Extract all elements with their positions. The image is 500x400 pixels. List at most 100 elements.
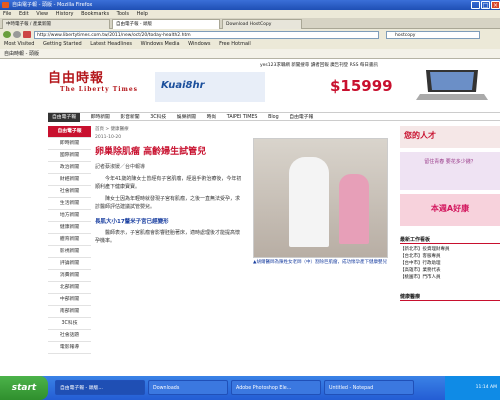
health-section-title: 健康醫療 xyxy=(400,293,500,301)
sidebar-item[interactable]: 即時新聞 xyxy=(48,138,91,150)
taskbar-item[interactable]: Adobe Photoshop Ele... xyxy=(231,380,321,395)
bookmark-item[interactable]: Windows Media xyxy=(141,41,180,47)
sidebar-item[interactable]: 社會話題 xyxy=(48,330,91,342)
job-item[interactable]: 【台北市】客服專員 xyxy=(400,253,500,260)
job-item[interactable]: 【台中市】行政助理 xyxy=(400,260,500,267)
tab-bar: 中時電子報 / 產業新聞 自由電子報 - 頭版 Download HostCop… xyxy=(0,18,500,29)
nav-item[interactable]: 自由電子報 xyxy=(48,113,80,122)
menu-history[interactable]: History xyxy=(56,11,74,17)
nav-item[interactable]: 影音新聞 xyxy=(120,113,139,122)
article-paragraph: 今年41歲的陳女士曾經有子宮肌瘤，經過手術治療後，今年初順利產下健康寶寶。 xyxy=(95,176,242,190)
sidebar-item[interactable]: 南部新聞 xyxy=(48,306,91,318)
menu-bar: File Edit View History Bookmarks Tools H… xyxy=(0,10,500,18)
job-item[interactable]: 【高雄市】業務代表 xyxy=(400,267,500,274)
nav-item[interactable]: TAIPEI TIMES xyxy=(227,113,258,122)
nav-item[interactable]: 時尚 xyxy=(207,113,217,122)
bookmark-item[interactable]: Windows xyxy=(188,41,210,47)
right-ad-3[interactable]: 本週A好康 xyxy=(400,194,500,226)
clock[interactable]: 11:14 AM xyxy=(476,385,497,390)
sidebar-item[interactable]: 評論新聞 xyxy=(48,258,91,270)
sidebar-item[interactable]: 政治新聞 xyxy=(48,162,91,174)
laptop-ad-image[interactable] xyxy=(416,68,488,102)
site-tab-label[interactable]: 自由時報 - 頭版 xyxy=(4,51,39,57)
bookmark-item[interactable]: Free Hotmail xyxy=(219,41,251,47)
sidebar-item[interactable]: 消費新聞 xyxy=(48,270,91,282)
maximize-button[interactable]: □ xyxy=(481,1,490,9)
sidebar-item[interactable]: 地方新聞 xyxy=(48,210,91,222)
menu-view[interactable]: View xyxy=(36,11,48,17)
site-tab-strip: 自由時報 - 頭版 xyxy=(0,49,500,59)
url-bar[interactable]: http://www.libertytimes.com.tw/2011/new/… xyxy=(34,31,379,39)
sidebar-item[interactable]: 北部新聞 xyxy=(48,282,91,294)
job-item[interactable]: 【新北市】投資理財專員 xyxy=(400,246,500,253)
top-link[interactable]: 新聞搜尋 xyxy=(291,63,309,68)
sidebar-item[interactable]: 3C科技 xyxy=(48,318,91,330)
nav-item[interactable]: 娛樂新聞 xyxy=(177,113,196,122)
ad-price: $15999 xyxy=(330,77,393,95)
top-link[interactable]: 讀者回報 xyxy=(311,63,329,68)
reload-icon[interactable] xyxy=(23,31,31,38)
nav-item[interactable]: 3C科技 xyxy=(150,113,166,122)
menu-tools[interactable]: Tools xyxy=(117,11,129,17)
right-ad-2[interactable]: 留住青春 要花多少錢？ xyxy=(400,152,500,190)
bookmark-item[interactable]: Latest Headlines xyxy=(90,41,132,47)
top-links: yes123求職網 新聞搜尋 讀者回報 廣告刊登 RSS 每日書訊 xyxy=(260,62,378,68)
job-item[interactable]: 【桃園市】門市人員 xyxy=(400,274,500,281)
close-button[interactable]: × xyxy=(491,1,500,9)
article-photo[interactable] xyxy=(253,138,388,258)
browser-tab[interactable]: Download HostCopy xyxy=(222,19,302,29)
bookmark-item[interactable]: Most Visited xyxy=(4,41,34,47)
bookmark-item[interactable]: Getting Started xyxy=(43,41,82,47)
taskbar-item[interactable]: 自由電子報 - 頭版... xyxy=(55,380,145,395)
forward-icon[interactable] xyxy=(13,31,21,38)
job-list: 【新北市】投資理財專員 【台北市】客服專員 【台中市】行政助理 【高雄市】業務代… xyxy=(400,246,500,281)
right-ad-1[interactable]: 您的人才 xyxy=(400,126,500,148)
site-logo[interactable]: 自由時報 xyxy=(48,67,108,86)
sidebar: 自由電子報 即時新聞 國際新聞 政治新聞 財經新聞 社會新聞 生活新聞 地方新聞… xyxy=(48,126,91,354)
right-column: 您的人才 留住青春 要花多少錢？ 本週A好康 最新工作看板 【新北市】投資理財專… xyxy=(400,126,500,301)
taskbar-item[interactable]: Downloads xyxy=(148,380,228,395)
taskbar-item[interactable]: Untitled - Notepad xyxy=(324,380,414,395)
nav-item[interactable]: 即時新聞 xyxy=(91,113,110,122)
sidebar-item[interactable]: 影視新聞 xyxy=(48,246,91,258)
ad-banner[interactable]: Kuai8hr xyxy=(155,72,265,102)
start-button[interactable]: start xyxy=(0,376,48,400)
sidebar-item[interactable]: 電影報導 xyxy=(48,342,91,354)
sidebar-item[interactable]: 健康新聞 xyxy=(48,222,91,234)
browser-tab-active[interactable]: 自由電子報 - 頭版 xyxy=(112,19,220,29)
doctor-figure xyxy=(289,157,329,247)
article-area: 首頁 > 健康醫療 2011-10-20 卵巢除肌瘤 高齡婦生試管兒 記者蔡淑媛… xyxy=(95,126,395,265)
top-link[interactable]: 廣告刊登 xyxy=(330,63,348,68)
article-paragraph: 陳女士因為年輕時就發現子宮有肌瘤，之後一直無法受孕，求診醫師評估建議試管嬰兒。 xyxy=(95,196,241,210)
nav-item[interactable]: Blog xyxy=(268,113,279,122)
menu-edit[interactable]: Edit xyxy=(19,11,29,17)
browser-tab[interactable]: 中時電子報 / 產業新聞 xyxy=(2,19,110,29)
menu-help[interactable]: Help xyxy=(137,11,148,17)
article-paragraph: 醫師表示，子宮肌瘤會影響胚胎著床，適時處理後才能提高懷孕機率。 xyxy=(95,230,241,244)
article-subheading: 長肌大小17釐米子宮已經變形 xyxy=(95,219,169,225)
top-link[interactable]: RSS xyxy=(350,63,359,68)
sidebar-item[interactable]: 社會新聞 xyxy=(48,186,91,198)
sidebar-item[interactable]: 中部新聞 xyxy=(48,294,91,306)
article-title: 卵巢除肌瘤 高齡婦生試管兒 xyxy=(95,147,207,157)
top-link[interactable]: 每日書訊 xyxy=(360,63,378,68)
sidebar-header[interactable]: 自由電子報 xyxy=(48,126,91,138)
menu-file[interactable]: File xyxy=(3,11,11,17)
article-byline: 記者蔡淑媛／台中報導 xyxy=(95,164,146,170)
minimize-button[interactable]: _ xyxy=(471,1,480,9)
sidebar-item[interactable]: 生活新聞 xyxy=(48,198,91,210)
top-link[interactable]: yes123求職網 xyxy=(260,63,290,68)
menu-bookmarks[interactable]: Bookmarks xyxy=(81,11,109,17)
photo-caption: ▲胡爾醫師為陳姓女老師（中）割除巨肌瘤，成功懷孕產下健康嬰兒 xyxy=(253,260,387,265)
sidebar-item[interactable]: 國際新聞 xyxy=(48,150,91,162)
nav-item[interactable]: 自由電子報 xyxy=(289,113,313,122)
back-icon[interactable] xyxy=(3,31,11,38)
site-nav: 自由電子報 即時新聞 影音新聞 3C科技 娛樂新聞 時尚 TAIPEI TIME… xyxy=(48,112,500,122)
window-titlebar: 自由電子報 - 頭版 - Mozilla Firefox _ □ × xyxy=(0,0,500,10)
ad-kuai-text: Kuai8hr xyxy=(161,80,205,91)
site-logo-en: The Liberty Times xyxy=(60,86,139,93)
sidebar-item[interactable]: 體育新聞 xyxy=(48,234,91,246)
breadcrumb[interactable]: 首頁 > 健康醫療 xyxy=(95,126,395,132)
sidebar-item[interactable]: 財經新聞 xyxy=(48,174,91,186)
search-input[interactable]: hostcopy xyxy=(386,31,480,39)
